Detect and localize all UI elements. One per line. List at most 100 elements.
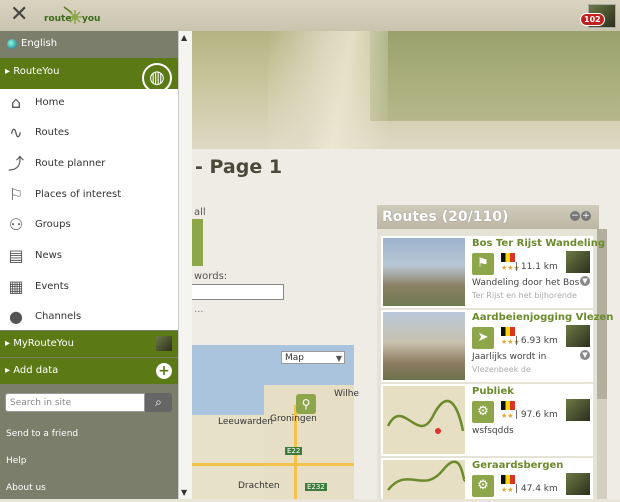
sidebar-item-add-data[interactable]: ▸ Add data + [0,358,178,384]
map-label-drachten: Drachten [238,481,280,491]
top-bar: ✕ route you 102 [0,0,620,31]
sidebar-item-channels[interactable]: ● Channels [0,303,178,333]
sidebar-item-groups[interactable]: ⚇ Groups [0,211,178,241]
sidebar-scrollbar[interactable]: ▲ ▼ [178,31,192,499]
user-icon: ● [9,307,23,326]
road-sign-e22: E22 [285,447,303,455]
language-label: English [21,38,58,49]
route-item[interactable]: Aardbeienjogging Vlezen ➤ ★★★ | 6.93 km … [381,310,613,382]
route-author-avatar[interactable] [566,251,590,273]
send-to-friend-link[interactable]: Send to a friend [6,429,78,439]
sidebar-item-label: Routes [35,127,70,138]
cycling-icon: ⚙ [472,475,494,497]
map-type-value: Map [285,353,304,363]
page-title: - Page 1 [195,156,283,178]
running-icon: ➤ [472,327,494,349]
add-data-label: ▸ Add data [5,365,59,376]
sidebar-menu: English ▸ RouteYou ◍ ⌂ Home ∿ Routes ⤴ R… [0,31,178,499]
route-map-thumbnail-icon [387,460,467,491]
route-name[interactable]: Geraardsbergen [472,460,563,471]
chevron-down-icon: ▼ [335,354,342,363]
route-planner-icon: ⤴ [7,154,24,173]
sidebar-item-myrouteyou[interactable]: ▸ MyRouteYou [0,331,178,357]
belgium-flag-icon [501,327,515,336]
expand-icon[interactable]: + [581,211,591,221]
routeyou-logo[interactable]: route you [44,5,102,27]
hiking-icon: ⚑ [472,253,494,275]
route-author-avatar[interactable] [566,399,590,421]
notification-badge[interactable]: 102 [580,13,605,26]
map-label-wilhe: Wilhe [334,389,359,399]
plus-icon[interactable]: + [156,363,172,379]
route-thumbnail[interactable] [383,386,465,454]
map-label-leeuwarden: Leeuwarden [218,417,274,427]
routes-icon: ∿ [9,123,23,142]
route-item[interactable]: Geraardsbergen ⚙ ★★ | 47.4 km [381,458,593,499]
route-author-avatar[interactable] [566,325,590,347]
chevron-down-icon[interactable]: ▼ [580,276,590,286]
route-description-more: Ter Rijst en het bijhorende [472,291,577,300]
route-thumbnail[interactable] [383,238,465,306]
routes-panel-title: Routes (20/110) [382,209,509,225]
language-selector[interactable]: English [0,31,178,58]
site-search-input[interactable] [5,393,145,412]
route-author-avatar[interactable] [566,473,590,495]
route-name[interactable]: Publiek [472,386,514,397]
banner-grass [370,31,620,121]
route-distance: | 11.1 km [515,262,558,272]
route-distance: | 6.93 km [515,336,558,346]
news-icon: ▤ [8,246,24,265]
banner-road [268,31,388,149]
chevron-down-icon[interactable]: ▼ [580,350,590,360]
scroll-up-icon[interactable]: ▲ [181,33,187,42]
sidebar-item-label: Home [35,97,65,108]
about-us-link[interactable]: About us [6,483,46,493]
route-name[interactable]: Aardbeienjogging Vlezen [472,312,613,323]
search-icon[interactable]: ⌕ [145,393,172,412]
map-type-select[interactable]: Map ▼ [281,351,345,364]
route-description-more: Vlezenbeek de [472,365,531,374]
route-thumbnail[interactable] [383,312,465,380]
collapse-icon[interactable]: − [570,211,580,221]
groups-icon: ⚇ [8,215,24,234]
map-label-groningen: Groningen [270,414,317,424]
route-name[interactable]: Bos Ter Rijst Wandeling [472,238,605,249]
main-menu: ⌂ Home ∿ Routes ⤴ Route planner ⚐ Places… [0,89,178,330]
help-link[interactable]: Help [6,456,27,466]
sidebar-item-home[interactable]: ⌂ Home [0,89,178,119]
keywords-label: words: [194,271,228,282]
close-icon[interactable]: ✕ [10,3,28,27]
sidebar-item-news[interactable]: ▤ News [0,242,178,272]
rating-stars-icon: ★★ [501,486,514,494]
belgium-flag-icon [501,253,515,262]
sidebar-item-route-planner[interactable]: ⤴ Route planner [0,150,178,180]
home-icon: ⌂ [10,93,22,112]
sidebar-item-label: Events [35,281,69,292]
sidebar-item-events[interactable]: ▦ Events [0,273,178,303]
globe-icon [7,39,17,49]
calendar-icon: ▦ [8,277,24,296]
user-avatar [156,336,172,351]
more-options-label: ... [194,304,204,315]
route-item[interactable]: Publiek ⚙ ★★ | 97.6 km wsfsqdds [381,384,593,456]
filter-all-label: all [194,207,206,218]
route-item[interactable]: Bos Ter Rijst Wandeling ⚑ ★★★ | 11.1 km … [381,236,605,308]
sidebar-item-label: Places of interest [35,189,122,200]
scroll-down-icon[interactable]: ▼ [181,488,187,497]
routes-panel-header: Routes (20/110) − + [377,205,599,229]
route-thumbnail[interactable] [383,460,467,499]
sidebar-item-label: News [35,250,63,261]
route-description: Jaarlijks wordt in [472,352,547,362]
sidebar-item-routes[interactable]: ∿ Routes [0,119,178,149]
route-description: wsfsqdds [472,426,514,436]
bike-marker-icon[interactable]: ⚲ [296,394,316,414]
sidebar-item-label: Channels [35,311,82,322]
route-distance: | 97.6 km [515,410,558,420]
belgium-flag-icon [501,401,515,410]
sidebar-item-places-of-interest[interactable]: ⚐ Places of interest [0,181,178,211]
myrouteyou-label: ▸ MyRouteYou [5,338,75,349]
keywords-input[interactable] [190,284,284,300]
map-road [184,463,354,466]
header-banner-image [178,31,620,149]
route-description: Wandeling door het Bos [472,278,580,288]
